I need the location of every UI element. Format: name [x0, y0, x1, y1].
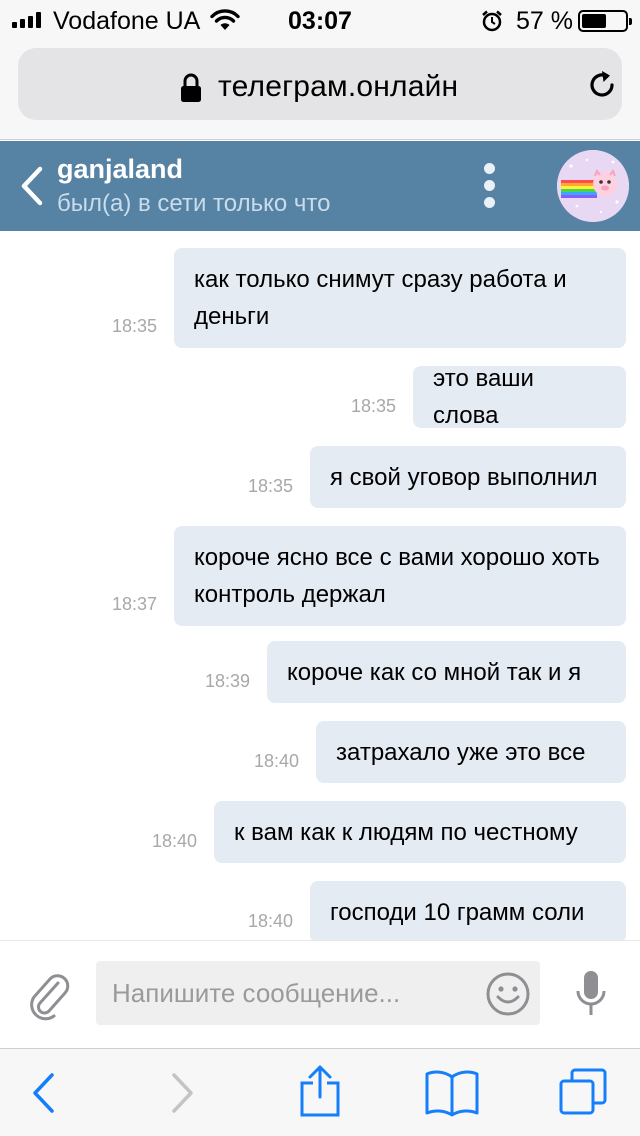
chat-status: был(а) в сети только что: [57, 190, 331, 217]
message-time: 18:40: [247, 911, 293, 931]
message-time: 18:35: [247, 476, 293, 496]
message-time: 18:35: [111, 316, 157, 336]
message-time: 18:40: [151, 831, 197, 851]
message-composer: [0, 940, 640, 1048]
message-time: 18:39: [204, 671, 250, 691]
message-bubble[interactable]: я свой уговор выполнил: [310, 446, 626, 508]
message-time: 18:35: [350, 396, 396, 416]
alarm-icon: [480, 9, 504, 38]
message-row: к вам как к людям по честному 18:40: [152, 801, 626, 863]
microphone-icon[interactable]: [574, 969, 608, 1024]
message-bubble[interactable]: затрахало уже это все: [316, 721, 626, 783]
tabs-icon[interactable]: [558, 1067, 608, 1122]
chat-title[interactable]: ganjaland: [57, 154, 183, 185]
paperclip-icon[interactable]: [28, 971, 72, 1026]
browser-toolbar: [0, 1048, 640, 1136]
message-time: 18:37: [111, 594, 157, 614]
message-bubble[interactable]: короче как со мной так и я: [267, 641, 626, 703]
url-text: телеграм.онлайн: [218, 70, 459, 103]
chat-header: ganjaland был(а) в сети только что: [0, 141, 640, 231]
message-bubble[interactable]: господи 10 грамм соли: [310, 881, 626, 940]
emoji-icon[interactable]: [485, 971, 531, 1022]
battery-icon: [578, 10, 632, 32]
message-row: затрахало уже это все 18:40: [254, 721, 626, 783]
more-menu-icon[interactable]: [484, 163, 498, 214]
message-row: это ваши слова 18:35: [351, 365, 626, 429]
message-row: короче как со мной так и я 18:39: [205, 641, 626, 703]
message-bubble[interactable]: к вам как к людям по честному: [214, 801, 626, 863]
back-chevron-icon[interactable]: [18, 165, 44, 212]
share-icon[interactable]: [298, 1063, 342, 1124]
bookmarks-icon[interactable]: [424, 1067, 480, 1122]
message-row: я свой уговор выполнил 18:35: [248, 446, 626, 508]
message-bubble[interactable]: это ваши слова: [413, 365, 626, 429]
message-bubble[interactable]: как только снимут сразу работа и деньги: [174, 248, 626, 348]
message-row: господи 10 грамм соли 18:40: [248, 881, 626, 940]
message-list[interactable]: как только снимут сразу работа и деньги 1…: [0, 231, 640, 940]
forward-icon[interactable]: [170, 1071, 196, 1120]
message-bubble[interactable]: короче ясно все с вами хорошо хоть контр…: [174, 526, 626, 626]
message-time: 18:40: [253, 751, 299, 771]
back-icon[interactable]: [30, 1071, 56, 1120]
browser-url-area: телеграм.онлайн: [0, 40, 640, 140]
reload-icon[interactable]: [584, 67, 620, 108]
avatar[interactable]: [557, 150, 629, 222]
message-row: как только снимут сразу работа и деньги 1…: [112, 248, 626, 348]
battery-percent: 57 %: [516, 7, 573, 35]
message-input[interactable]: [96, 961, 540, 1025]
message-row: короче ясно все с вами хорошо хоть контр…: [112, 526, 626, 626]
lock-icon: [180, 73, 202, 108]
address-bar[interactable]: телеграм.онлайн: [18, 48, 622, 120]
status-bar: Vodafone UA 03:07 57 %: [0, 0, 640, 40]
